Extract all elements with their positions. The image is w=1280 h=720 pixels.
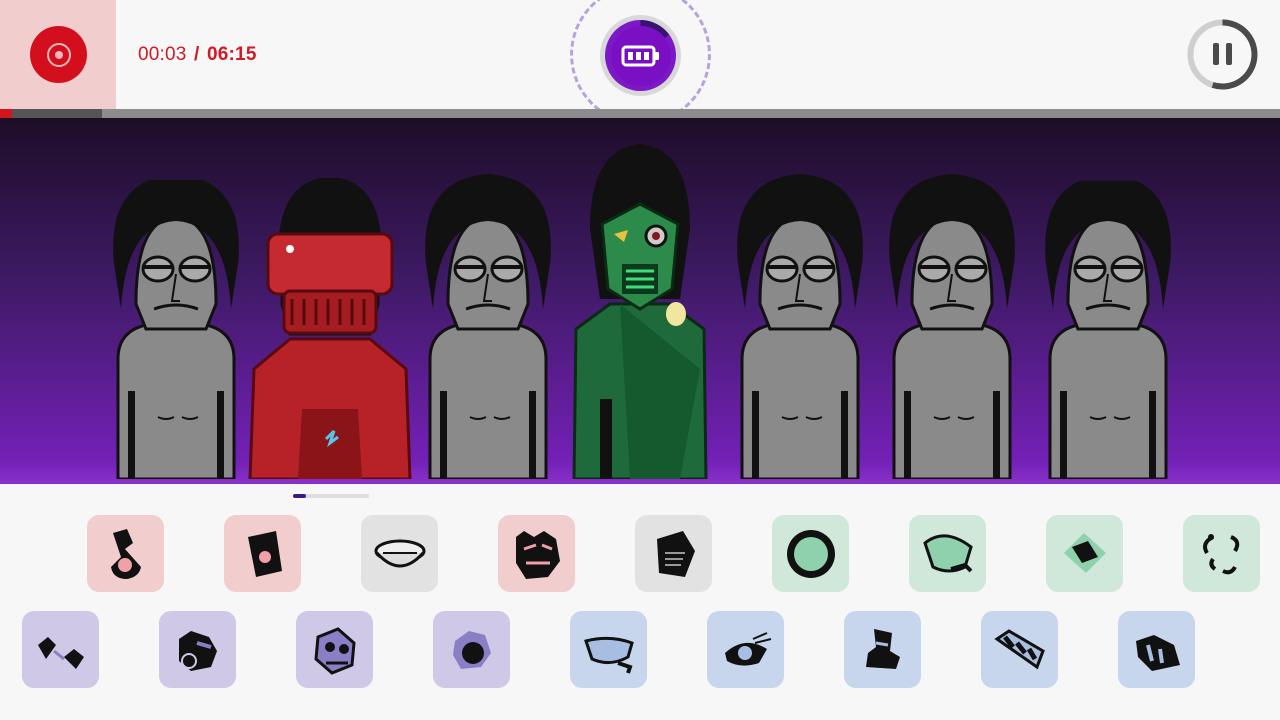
mask-sound-icon[interactable] — [22, 611, 99, 688]
bowl-sound-icon[interactable] — [361, 515, 438, 592]
rose-sound-icon[interactable] — [433, 611, 510, 688]
bonus-button[interactable] — [600, 15, 681, 96]
pause-button[interactable] — [1186, 18, 1259, 91]
bonus-progress-ring — [605, 20, 676, 91]
stripe-sound-icon[interactable] — [981, 611, 1058, 688]
palette-scrollbar[interactable] — [293, 494, 369, 498]
idle-character[interactable] — [1028, 174, 1188, 484]
idle-character[interactable] — [96, 174, 256, 484]
gear-sound-icon[interactable] — [159, 611, 236, 688]
leaf-sound-icon[interactable] — [909, 515, 986, 592]
progress-played — [0, 109, 12, 118]
eye-sound-icon[interactable] — [707, 611, 784, 688]
battery-icon — [621, 45, 659, 66]
band-sound-icon[interactable] — [570, 611, 647, 688]
hat-sound-icon[interactable] — [844, 611, 921, 688]
monster-sound-icon[interactable] — [498, 515, 575, 592]
record-area — [0, 0, 116, 110]
elapsed-time: 00:03 — [138, 44, 187, 65]
game-screen: 00:03 / 06:15 — [0, 0, 1280, 720]
pause-icon — [1213, 43, 1232, 65]
time-display: 00:03 / 06:15 — [138, 44, 257, 66]
record-button[interactable] — [30, 26, 87, 83]
idle-character[interactable] — [408, 172, 568, 484]
beat-sound-icon[interactable] — [87, 515, 164, 592]
total-time: 06:15 — [207, 44, 257, 65]
red-robot-character[interactable] — [240, 177, 420, 484]
sound-palette — [0, 484, 1280, 720]
crown-sound-icon[interactable] — [1118, 611, 1195, 688]
skull-sound-icon[interactable] — [296, 611, 373, 688]
idle-character[interactable] — [872, 119, 1032, 484]
song-progress-bar[interactable] — [0, 109, 1280, 118]
idle-character[interactable] — [720, 127, 880, 484]
bonus-core — [610, 25, 671, 86]
time-separator: / — [194, 44, 200, 65]
palette-scroll-thumb[interactable] — [293, 494, 306, 498]
progress-loaded — [0, 109, 103, 118]
pentagon-sound-icon[interactable] — [635, 515, 712, 592]
stage — [0, 118, 1280, 484]
swirl-sound-icon[interactable] — [1183, 515, 1260, 592]
diamond-sound-icon[interactable] — [1046, 515, 1123, 592]
record-icon — [46, 42, 71, 67]
sun-sound-icon[interactable] — [772, 515, 849, 592]
green-masked-character[interactable] — [560, 135, 720, 484]
cup-sound-icon[interactable] — [224, 515, 301, 592]
top-bar: 00:03 / 06:15 — [0, 0, 1280, 125]
